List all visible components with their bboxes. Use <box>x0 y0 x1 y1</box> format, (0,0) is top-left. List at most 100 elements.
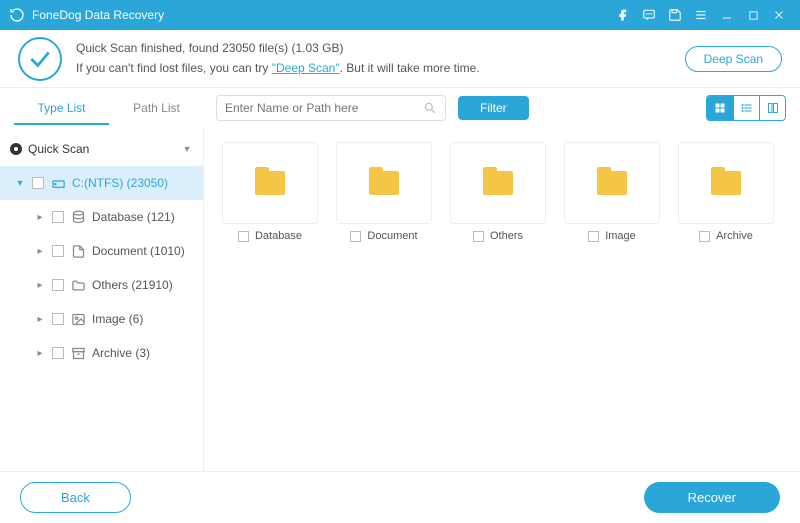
view-list-button[interactable] <box>733 96 759 120</box>
status-text: Quick Scan finished, found 23050 file(s)… <box>76 39 480 77</box>
folder-item[interactable]: Document <box>336 142 432 242</box>
save-icon[interactable] <box>662 0 688 30</box>
chevron-right-icon: ▸ <box>34 314 46 325</box>
status-line1-post: ) <box>340 41 344 55</box>
folder-icon <box>711 171 741 195</box>
app-logo-icon <box>8 6 26 24</box>
checkbox[interactable] <box>52 279 64 291</box>
tab-type-list[interactable]: Type List <box>14 91 109 125</box>
feedback-icon[interactable] <box>636 0 662 30</box>
facebook-icon[interactable] <box>610 0 636 30</box>
view-grid-button[interactable] <box>707 96 733 120</box>
document-icon <box>70 243 86 259</box>
chevron-right-icon: ▸ <box>34 246 46 257</box>
folder-item[interactable]: Database <box>222 142 318 242</box>
folder-label-row: Database <box>238 230 302 242</box>
status-file-count: 23050 <box>222 41 255 55</box>
checkbox[interactable] <box>588 231 599 242</box>
menu-icon[interactable] <box>688 0 714 30</box>
tab-path-list[interactable]: Path List <box>109 91 204 125</box>
folder-icon <box>369 171 399 195</box>
tree-child[interactable]: ▸ Image (6) <box>0 302 203 336</box>
search-icon <box>423 101 437 115</box>
tree-child-label: Database (121) <box>92 210 175 224</box>
status-line2-post: . But it will take more time. <box>340 61 480 75</box>
folder-label: Document <box>367 230 417 242</box>
status-line2-pre: If you can't find lost files, you can tr… <box>76 61 272 75</box>
minimize-icon[interactable] <box>714 0 740 30</box>
close-icon[interactable] <box>766 0 792 30</box>
recover-button[interactable]: Recover <box>644 482 780 513</box>
image-icon <box>70 311 86 327</box>
main-body: Quick Scan ▾ ▾ C:(NTFS) (23050) ▸Databas… <box>0 128 800 471</box>
view-toggle <box>706 95 786 121</box>
folder-thumb <box>678 142 774 224</box>
folder-label-row: Document <box>350 230 417 242</box>
tree-child[interactable]: ▸ Archive (3) <box>0 336 203 370</box>
tree-root-label: Quick Scan <box>28 142 175 156</box>
tree-child-label: Others (21910) <box>92 278 173 292</box>
drive-icon <box>50 175 66 191</box>
folder-label-row: Others <box>473 230 523 242</box>
folder-thumb <box>336 142 432 224</box>
checkbox[interactable] <box>52 211 64 223</box>
folder-label: Database <box>255 230 302 242</box>
folder-thumb <box>222 142 318 224</box>
tree-child[interactable]: ▸Database (121) <box>0 200 203 234</box>
archive-icon <box>70 345 86 361</box>
folder-label: Others <box>490 230 523 242</box>
tree-root-quick-scan[interactable]: Quick Scan ▾ <box>0 132 203 166</box>
database-icon <box>70 209 86 225</box>
folder-label-row: Image <box>588 230 636 242</box>
checkbox[interactable] <box>52 313 64 325</box>
back-button[interactable]: Back <box>20 482 131 513</box>
folder-icon <box>483 171 513 195</box>
checkmark-icon <box>18 37 62 81</box>
checkbox[interactable] <box>473 231 484 242</box>
deep-scan-button[interactable]: Deep Scan <box>685 46 782 72</box>
chevron-down-icon: ▾ <box>14 178 26 189</box>
folder-item[interactable]: Image <box>564 142 660 242</box>
checkbox[interactable] <box>238 231 249 242</box>
toolbar: Type List Path List Filter <box>0 88 800 128</box>
titlebar: FoneDog Data Recovery <box>0 0 800 30</box>
status-line1-pre: Quick Scan finished, found <box>76 41 222 55</box>
folder-grid: Database Document Others Image Archive <box>222 142 782 242</box>
tree-child[interactable]: ▸ Document (1010) <box>0 234 203 268</box>
tree-drive[interactable]: ▾ C:(NTFS) (23050) <box>0 166 203 200</box>
checkbox[interactable] <box>350 231 361 242</box>
folder-icon <box>70 277 86 293</box>
tree-child[interactable]: ▸ Others (21910) <box>0 268 203 302</box>
tree-child-label: Image (6) <box>92 312 143 326</box>
sidebar-tree: Quick Scan ▾ ▾ C:(NTFS) (23050) ▸Databas… <box>0 128 204 471</box>
tree-child-label: Document (1010) <box>92 244 185 258</box>
view-detail-button[interactable] <box>759 96 785 120</box>
content-pane: Database Document Others Image Archive <box>204 128 800 471</box>
app-title: FoneDog Data Recovery <box>32 8 164 22</box>
folder-label-row: Archive <box>699 230 753 242</box>
bullet-icon <box>10 143 22 155</box>
checkbox[interactable] <box>699 231 710 242</box>
footer: Back Recover <box>0 471 800 523</box>
checkbox[interactable] <box>52 245 64 257</box>
chevron-right-icon: ▸ <box>34 348 46 359</box>
folder-item[interactable]: Others <box>450 142 546 242</box>
tree-drive-label: C:(NTFS) (23050) <box>72 176 168 190</box>
folder-icon <box>597 171 627 195</box>
maximize-icon[interactable] <box>740 0 766 30</box>
chevron-right-icon: ▸ <box>34 280 46 291</box>
folder-thumb <box>450 142 546 224</box>
folder-item[interactable]: Archive <box>678 142 774 242</box>
tree-child-label: Archive (3) <box>92 346 150 360</box>
chevron-down-icon: ▾ <box>181 144 193 155</box>
folder-thumb <box>564 142 660 224</box>
deep-scan-link[interactable]: "Deep Scan" <box>272 61 340 75</box>
checkbox[interactable] <box>52 347 64 359</box>
checkbox[interactable] <box>32 177 44 189</box>
folder-icon <box>255 171 285 195</box>
search-input[interactable] <box>225 101 423 115</box>
search-input-wrap[interactable] <box>216 95 446 121</box>
folder-label: Archive <box>716 230 753 242</box>
status-size: 1.03 GB <box>295 41 339 55</box>
filter-button[interactable]: Filter <box>458 96 529 120</box>
